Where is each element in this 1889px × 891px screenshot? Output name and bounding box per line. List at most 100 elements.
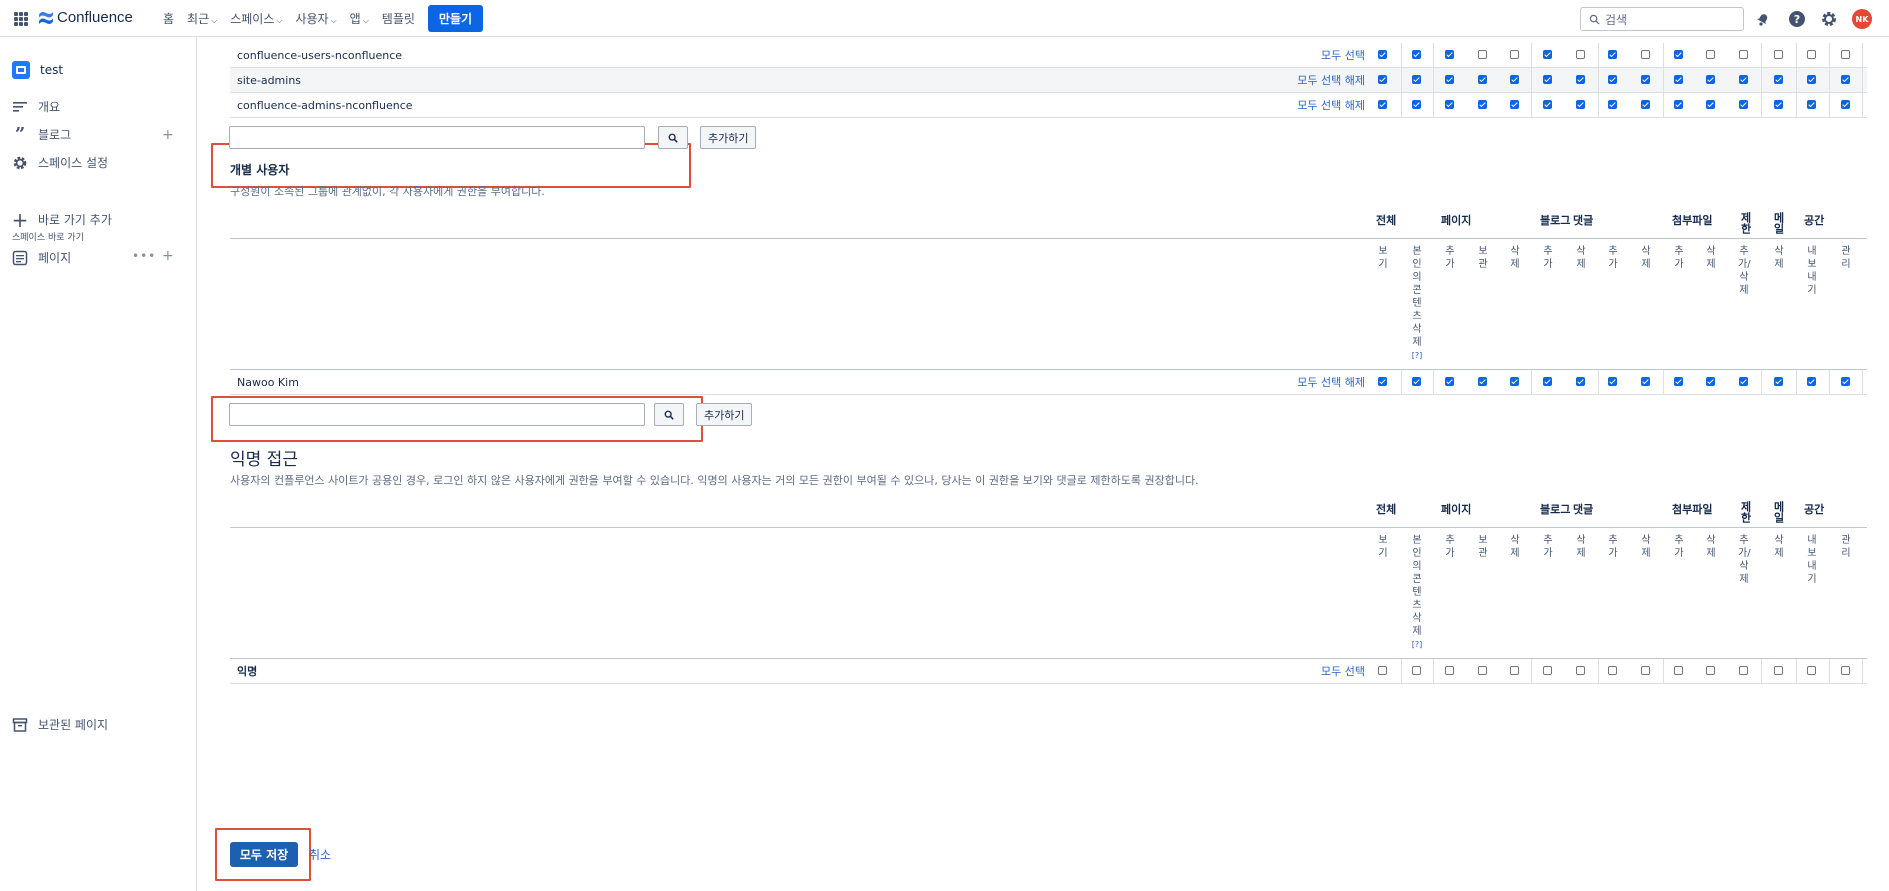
- permission-checkbox-추가[interactable]: [1674, 666, 1683, 675]
- permission-checkbox-내보내기[interactable]: [1807, 50, 1816, 59]
- cancel-link[interactable]: 취소: [309, 846, 331, 863]
- permission-checkbox-추가[interactable]: [1674, 100, 1683, 109]
- add-user-button[interactable]: 추가하기: [696, 403, 753, 426]
- permission-checkbox-추가[interactable]: [1445, 100, 1454, 109]
- notifications-icon[interactable]: [1754, 10, 1772, 28]
- permission-checkbox-추가[interactable]: [1608, 666, 1617, 675]
- permission-checkbox-삭제[interactable]: [1576, 666, 1585, 675]
- save-all-button[interactable]: 모두 저장: [230, 842, 298, 867]
- permission-checkbox-관리[interactable]: [1841, 50, 1850, 59]
- permission-checkbox-추가[interactable]: [1445, 666, 1454, 675]
- permission-checkbox-본인의콘텐츠삭제[interactable]: [1412, 50, 1421, 59]
- permission-checkbox-삭제[interactable]: [1774, 100, 1783, 109]
- permission-checkbox-추가[interactable]: [1674, 50, 1683, 59]
- permission-checkbox-추가/삭제[interactable]: [1739, 100, 1748, 109]
- permission-checkbox-추가[interactable]: [1445, 377, 1454, 386]
- sidebar-item-archived[interactable]: 보관된 페이지: [12, 716, 108, 733]
- permission-checkbox-삭제[interactable]: [1706, 377, 1715, 386]
- permission-checkbox-삭제[interactable]: [1576, 50, 1585, 59]
- permission-checkbox-삭제[interactable]: [1774, 377, 1783, 386]
- nav-templates[interactable]: 템플릿: [382, 10, 415, 27]
- permission-checkbox-본인의콘텐츠삭제[interactable]: [1412, 100, 1421, 109]
- permission-checkbox-추가[interactable]: [1543, 100, 1552, 109]
- permission-checkbox-관리[interactable]: [1841, 666, 1850, 675]
- sidebar-item-pages[interactable]: 페이지: [12, 249, 71, 266]
- permission-checkbox-보기[interactable]: [1378, 100, 1387, 109]
- permission-checkbox-삭제[interactable]: [1641, 666, 1650, 675]
- permission-checkbox-내보내기[interactable]: [1807, 75, 1816, 84]
- permission-checkbox-삭제[interactable]: [1576, 75, 1585, 84]
- permission-checkbox-추가/삭제[interactable]: [1739, 75, 1748, 84]
- permission-checkbox-본인의콘텐츠삭제[interactable]: [1412, 377, 1421, 386]
- permission-checkbox-삭제[interactable]: [1510, 50, 1519, 59]
- permission-checkbox-보관[interactable]: [1478, 377, 1487, 386]
- permission-checkbox-삭제[interactable]: [1510, 75, 1519, 84]
- permission-checkbox-추가[interactable]: [1674, 377, 1683, 386]
- permission-checkbox-삭제[interactable]: [1510, 666, 1519, 675]
- permission-checkbox-삭제[interactable]: [1774, 75, 1783, 84]
- more-icon[interactable]: •••: [132, 249, 156, 263]
- permission-checkbox-내보내기[interactable]: [1807, 100, 1816, 109]
- help-icon[interactable]: ?: [1788, 10, 1806, 28]
- permission-checkbox-삭제[interactable]: [1641, 100, 1650, 109]
- permission-checkbox-추가[interactable]: [1608, 377, 1617, 386]
- permission-checkbox-삭제[interactable]: [1774, 50, 1783, 59]
- permission-checkbox-추가[interactable]: [1445, 50, 1454, 59]
- add-blog-icon[interactable]: +: [162, 127, 174, 143]
- permission-checkbox-삭제[interactable]: [1641, 377, 1650, 386]
- permission-checkbox-보기[interactable]: [1378, 75, 1387, 84]
- permission-checkbox-삭제[interactable]: [1706, 666, 1715, 675]
- permission-checkbox-추가[interactable]: [1445, 75, 1454, 84]
- permission-checkbox-추가[interactable]: [1543, 50, 1552, 59]
- permission-checkbox-추가/삭제[interactable]: [1739, 50, 1748, 59]
- permission-checkbox-추가[interactable]: [1543, 75, 1552, 84]
- permission-checkbox-보관[interactable]: [1478, 100, 1487, 109]
- settings-icon[interactable]: [1820, 10, 1838, 28]
- permission-checkbox-추가[interactable]: [1608, 100, 1617, 109]
- permission-checkbox-관리[interactable]: [1841, 75, 1850, 84]
- permission-checkbox-삭제[interactable]: [1576, 100, 1585, 109]
- permission-checkbox-추가[interactable]: [1608, 75, 1617, 84]
- nav-spaces[interactable]: 스페이스 ⌵: [230, 10, 282, 27]
- permission-checkbox-추가/삭제[interactable]: [1739, 377, 1748, 386]
- sidebar-item-add-shortcut[interactable]: + 바로 가기 추가: [12, 208, 112, 232]
- permission-checkbox-삭제[interactable]: [1576, 377, 1585, 386]
- permission-checkbox-보관[interactable]: [1478, 50, 1487, 59]
- permission-checkbox-관리[interactable]: [1841, 100, 1850, 109]
- permission-checkbox-삭제[interactable]: [1510, 100, 1519, 109]
- permission-checkbox-보기[interactable]: [1378, 666, 1387, 675]
- sidebar-item-space-settings[interactable]: 스페이스 설정: [12, 154, 108, 171]
- group-search-button[interactable]: [658, 126, 688, 149]
- permission-checkbox-삭제[interactable]: [1706, 50, 1715, 59]
- group-search-input[interactable]: [229, 126, 645, 149]
- permission-checkbox-추가/삭제[interactable]: [1739, 666, 1748, 675]
- permission-checkbox-삭제[interactable]: [1641, 75, 1650, 84]
- nav-people[interactable]: 사용자 ⌵: [295, 10, 336, 27]
- permission-checkbox-삭제[interactable]: [1706, 100, 1715, 109]
- sidebar-item-overview[interactable]: 개요: [12, 98, 60, 115]
- nav-apps[interactable]: 앱 ⌵: [350, 10, 369, 27]
- permission-checkbox-본인의콘텐츠삭제[interactable]: [1412, 666, 1421, 675]
- permission-checkbox-보기[interactable]: [1378, 50, 1387, 59]
- create-button[interactable]: 만들기: [427, 5, 484, 32]
- avatar[interactable]: NK: [1852, 9, 1872, 29]
- help-link[interactable]: [?]: [1411, 638, 1423, 651]
- permission-checkbox-보기[interactable]: [1378, 377, 1387, 386]
- add-group-button[interactable]: 추가하기: [700, 126, 757, 149]
- help-link[interactable]: [?]: [1411, 349, 1423, 362]
- permission-checkbox-본인의콘텐츠삭제[interactable]: [1412, 75, 1421, 84]
- app-switcher-icon[interactable]: [14, 12, 28, 26]
- permission-checkbox-추가[interactable]: [1674, 75, 1683, 84]
- permission-checkbox-삭제[interactable]: [1774, 666, 1783, 675]
- permission-checkbox-보관[interactable]: [1478, 666, 1487, 675]
- permission-checkbox-추가[interactable]: [1608, 50, 1617, 59]
- add-page-icon[interactable]: +: [162, 248, 174, 264]
- permission-checkbox-관리[interactable]: [1841, 377, 1850, 386]
- nav-home[interactable]: 홈: [163, 10, 174, 27]
- nav-recent[interactable]: 최근 ⌵: [187, 10, 217, 27]
- user-search-input[interactable]: [229, 403, 645, 426]
- search-input[interactable]: 검색: [1580, 7, 1744, 31]
- confluence-logo[interactable]: Confluence: [38, 9, 133, 26]
- permission-checkbox-내보내기[interactable]: [1807, 666, 1816, 675]
- permission-checkbox-내보내기[interactable]: [1807, 377, 1816, 386]
